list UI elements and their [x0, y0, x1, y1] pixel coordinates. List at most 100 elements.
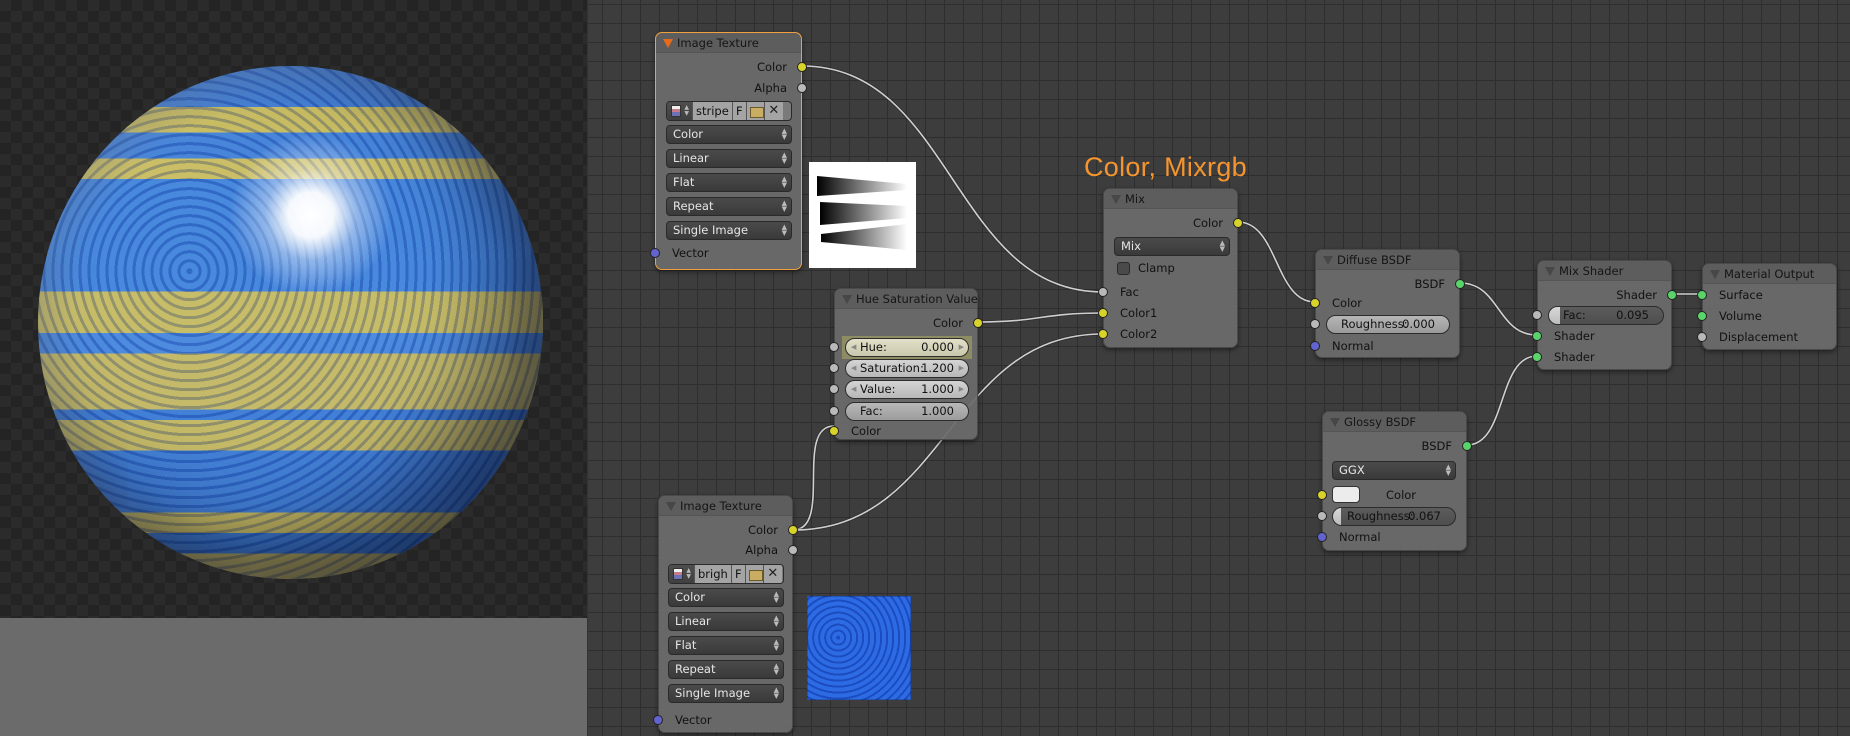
- mix-shader-node[interactable]: Mix Shader Shader Fac: 0.095 Shader Shad…: [1532, 260, 1677, 370]
- glossy-bsdf-node[interactable]: Glossy BSDF BSDF GGX ▲ ▼ Color Roughness:…: [1317, 411, 1472, 551]
- decrement-arrow-icon[interactable]: ◀: [851, 360, 856, 377]
- node-header[interactable]: Mix Shader: [1538, 261, 1671, 281]
- value-input-socket[interactable]: [829, 384, 839, 394]
- color1-input-socket[interactable]: [1098, 308, 1108, 318]
- interpolation-dropdown[interactable]: Linear ▲ ▼: [666, 149, 792, 168]
- hue-input-socket[interactable]: [829, 342, 839, 352]
- collapse-triangle-icon[interactable]: [1545, 267, 1555, 276]
- increment-arrow-icon[interactable]: ▶: [959, 339, 964, 356]
- collapse-triangle-icon[interactable]: [666, 502, 676, 511]
- collapse-triangle-icon[interactable]: [1710, 270, 1720, 279]
- hue-saturation-value-node[interactable]: Hue Saturation Value Color ◀ Hue: 0.000 …: [829, 288, 983, 440]
- normal-input-socket[interactable]: [1310, 341, 1320, 351]
- unlink-x-icon[interactable]: ✕: [764, 102, 783, 120]
- node-title: Image Texture: [677, 36, 759, 50]
- render-preview[interactable]: [0, 0, 587, 618]
- color-input-socket[interactable]: [1317, 490, 1327, 500]
- roughness-slider[interactable]: Roughness: 0.067: [1332, 507, 1456, 526]
- blend-type-dropdown[interactable]: Mix ▲ ▼: [1114, 237, 1230, 256]
- node-header[interactable]: Glossy BSDF: [1323, 412, 1466, 432]
- image-browse-icon[interactable]: ▲ ▼: [669, 565, 695, 583]
- distribution-dropdown[interactable]: GGX ▲ ▼: [1332, 461, 1456, 480]
- increment-arrow-icon[interactable]: ▶: [959, 360, 964, 377]
- node-header[interactable]: Material Output: [1703, 264, 1836, 284]
- fake-user-button[interactable]: F: [732, 102, 747, 120]
- node-header[interactable]: Diffuse BSDF: [1316, 250, 1459, 270]
- collapse-triangle-icon[interactable]: [1330, 418, 1340, 427]
- color-swatch[interactable]: [1332, 486, 1360, 503]
- color-space-dropdown[interactable]: Color ▲ ▼: [666, 125, 792, 144]
- color-output-socket[interactable]: [797, 62, 807, 72]
- volume-input-socket[interactable]: [1697, 311, 1707, 321]
- fac-field[interactable]: Fac: 1.000: [845, 402, 969, 421]
- color-input-socket[interactable]: [829, 426, 839, 436]
- node-header[interactable]: Hue Saturation Value: [835, 289, 978, 309]
- image-name[interactable]: brigh: [695, 565, 732, 583]
- collapse-triangle-icon[interactable]: [1111, 195, 1121, 204]
- socket-label: Vector: [675, 713, 712, 727]
- increment-arrow-icon[interactable]: ▶: [959, 381, 964, 398]
- image-browse-icon[interactable]: ▲ ▼: [667, 102, 693, 120]
- collapse-triangle-icon[interactable]: [1323, 256, 1333, 265]
- roughness-field[interactable]: Roughness: 0.000: [1326, 315, 1450, 334]
- projection-dropdown[interactable]: Flat ▲ ▼: [668, 636, 784, 655]
- clamp-checkbox[interactable]: [1117, 262, 1130, 275]
- unlink-x-icon[interactable]: ✕: [763, 565, 782, 583]
- mix-rgb-node[interactable]: Mix Color Mix ▲ ▼ Clamp Fac Color1 Color2: [1098, 188, 1243, 348]
- 3d-viewport[interactable]: [0, 0, 587, 736]
- fac-input-socket[interactable]: [1098, 287, 1108, 297]
- node-header[interactable]: Image Texture: [659, 496, 792, 516]
- image-name[interactable]: stripe: [693, 102, 733, 120]
- surface-input-socket[interactable]: [1697, 290, 1707, 300]
- interpolation-dropdown[interactable]: Linear ▲ ▼: [668, 612, 784, 631]
- decrement-arrow-icon[interactable]: ◀: [851, 339, 856, 356]
- normal-input-socket[interactable]: [1317, 532, 1327, 542]
- fac-input-socket[interactable]: [1532, 310, 1542, 320]
- input-volume: Volume: [1697, 307, 1836, 325]
- color-output-socket[interactable]: [973, 318, 983, 328]
- image-texture-node-1[interactable]: Image Texture Color Alpha ▲ ▼ stripe F ✕ …: [650, 32, 807, 270]
- vector-input-socket[interactable]: [653, 715, 663, 725]
- diffuse-bsdf-node[interactable]: Diffuse BSDF BSDF Color Roughness: 0.000…: [1310, 249, 1465, 358]
- alpha-output-socket[interactable]: [797, 83, 807, 93]
- value-field[interactable]: ◀ Value: 1.000 ▶: [845, 380, 969, 399]
- saturation-field[interactable]: ◀ Saturation: 1.200 ▶: [845, 359, 969, 378]
- hue-field[interactable]: ◀ Hue: 0.000 ▶: [845, 338, 969, 357]
- projection-dropdown[interactable]: Flat ▲ ▼: [666, 173, 792, 192]
- node-header[interactable]: Mix: [1104, 189, 1237, 209]
- extension-dropdown[interactable]: Repeat ▲ ▼: [666, 197, 792, 216]
- fac-input-socket[interactable]: [829, 406, 839, 416]
- node-title: Hue Saturation Value: [856, 292, 978, 306]
- collapse-triangle-icon[interactable]: [842, 295, 852, 304]
- color2-input-socket[interactable]: [1098, 329, 1108, 339]
- image-selector[interactable]: ▲ ▼ stripe F ✕: [666, 101, 792, 121]
- roughness-input-socket[interactable]: [1310, 319, 1320, 329]
- alpha-output-socket[interactable]: [788, 545, 798, 555]
- image-selector[interactable]: ▲ ▼ brigh F ✕: [668, 564, 784, 584]
- bsdf-output-socket[interactable]: [1462, 441, 1472, 451]
- color-space-dropdown[interactable]: Color ▲ ▼: [668, 588, 784, 607]
- source-dropdown[interactable]: Single Image ▲ ▼: [666, 221, 792, 240]
- color-input-socket[interactable]: [1310, 298, 1320, 308]
- displacement-input-socket[interactable]: [1697, 332, 1707, 342]
- extension-dropdown[interactable]: Repeat ▲ ▼: [668, 660, 784, 679]
- material-output-node[interactable]: Material Output Surface Volume Displacem…: [1697, 263, 1837, 350]
- shader-output-socket[interactable]: [1667, 290, 1677, 300]
- fake-user-button[interactable]: F: [731, 565, 746, 583]
- bsdf-output-socket[interactable]: [1455, 279, 1465, 289]
- node-header[interactable]: Image Texture: [656, 33, 801, 53]
- color-output-socket[interactable]: [788, 525, 798, 535]
- roughness-input-socket[interactable]: [1317, 511, 1327, 521]
- fac-slider[interactable]: Fac: 0.095: [1548, 306, 1664, 325]
- color-output-socket[interactable]: [1233, 218, 1243, 228]
- decrement-arrow-icon[interactable]: ◀: [851, 381, 856, 398]
- collapse-triangle-icon[interactable]: [663, 39, 673, 48]
- open-folder-icon[interactable]: [746, 102, 765, 120]
- shader1-input-socket[interactable]: [1532, 331, 1542, 341]
- shader2-input-socket[interactable]: [1532, 352, 1542, 362]
- open-folder-icon[interactable]: [745, 565, 764, 583]
- source-dropdown[interactable]: Single Image ▲ ▼: [668, 684, 784, 703]
- image-texture-node-2[interactable]: Image Texture Color Alpha ▲ ▼ brigh F ✕ C…: [653, 495, 798, 733]
- vector-input-socket[interactable]: [650, 248, 660, 258]
- saturation-input-socket[interactable]: [829, 363, 839, 373]
